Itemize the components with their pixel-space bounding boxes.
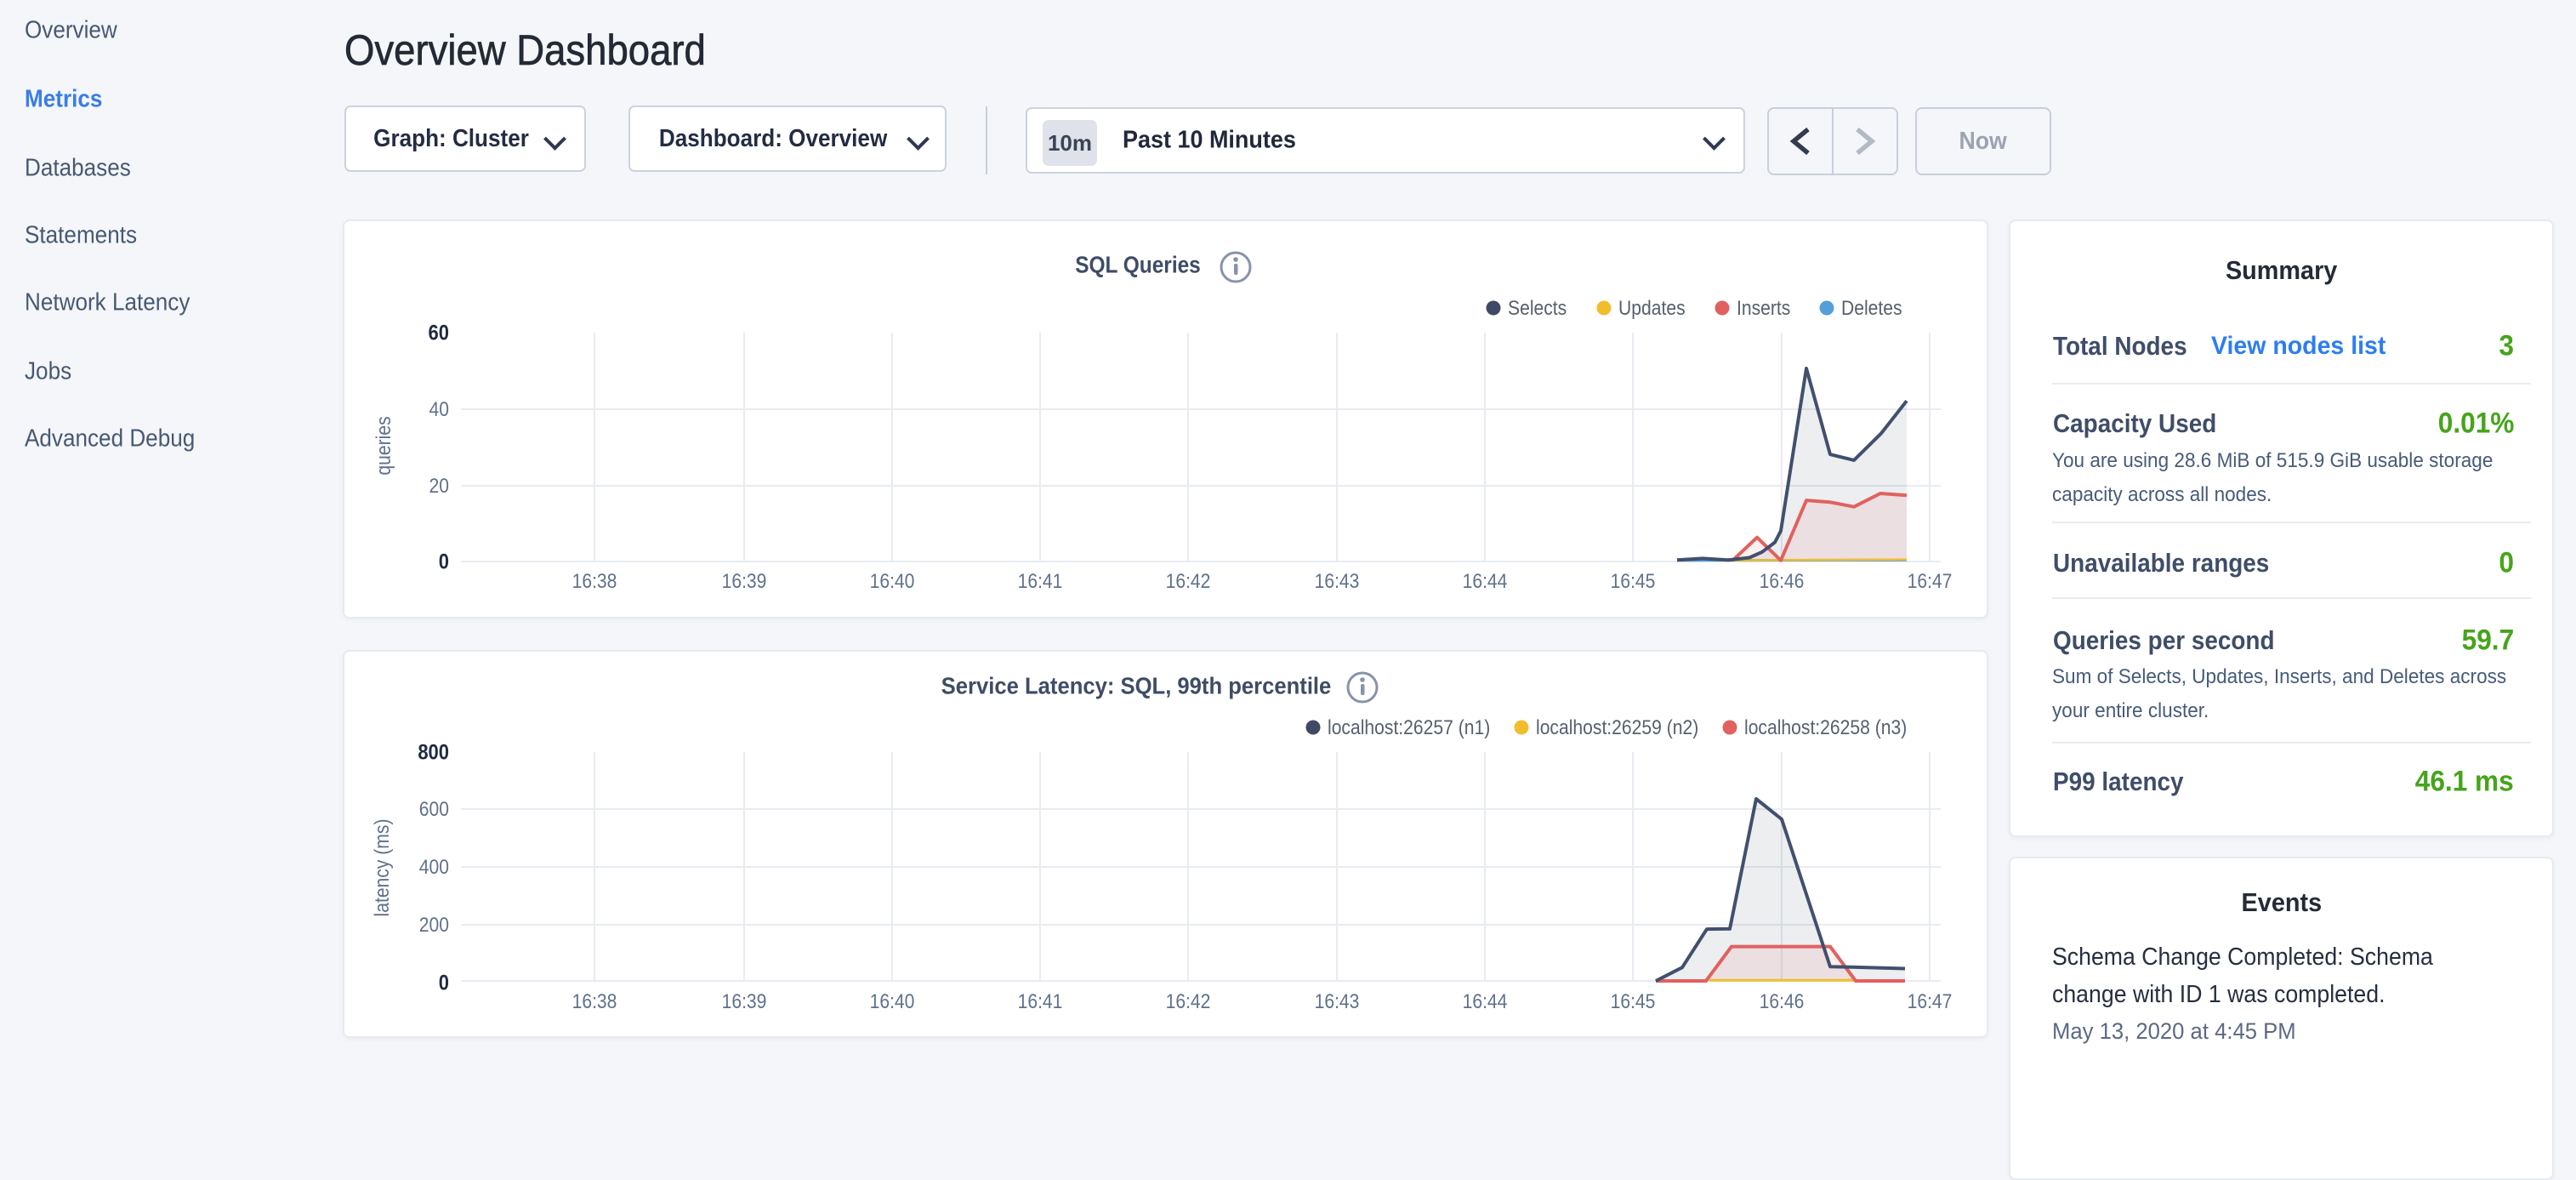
svg-text:16:43: 16:43: [1315, 570, 1360, 593]
svg-text:16:43: 16:43: [1315, 990, 1360, 1013]
svg-text:16:47: 16:47: [1908, 570, 1953, 593]
svg-text:16:46: 16:46: [1760, 990, 1805, 1013]
svg-text:16:44: 16:44: [1463, 990, 1508, 1013]
svg-text:400: 400: [419, 856, 449, 879]
svg-text:40: 40: [429, 398, 449, 421]
svg-text:0: 0: [439, 971, 449, 995]
svg-text:queries: queries: [372, 416, 395, 475]
svg-text:Selects: Selects: [1508, 297, 1567, 320]
svg-text:16:40: 16:40: [870, 990, 915, 1013]
svg-text:16:38: 16:38: [572, 570, 617, 593]
svg-text:localhost:26257 (n1): localhost:26257 (n1): [1328, 716, 1490, 739]
svg-text:600: 600: [419, 798, 449, 821]
svg-text:16:39: 16:39: [722, 990, 767, 1013]
svg-text:16:44: 16:44: [1463, 570, 1508, 593]
svg-text:SQL Queries: SQL Queries: [1075, 251, 1201, 278]
svg-text:Updates: Updates: [1618, 297, 1686, 320]
svg-text:16:45: 16:45: [1611, 570, 1656, 593]
svg-text:16:41: 16:41: [1018, 570, 1063, 593]
svg-text:16:38: 16:38: [572, 990, 617, 1013]
svg-text:localhost:26259 (n2): localhost:26259 (n2): [1536, 716, 1698, 739]
svg-text:Inserts: Inserts: [1737, 297, 1790, 320]
svg-text:Deletes: Deletes: [1841, 297, 1902, 320]
svg-text:16:46: 16:46: [1760, 570, 1805, 593]
svg-text:60: 60: [429, 321, 449, 345]
svg-text:20: 20: [429, 475, 449, 498]
svg-text:200: 200: [419, 914, 449, 937]
svg-text:16:40: 16:40: [870, 570, 915, 593]
svg-text:Service Latency: SQL, 99th per: Service Latency: SQL, 99th percentile: [941, 672, 1332, 698]
svg-text:800: 800: [418, 740, 449, 764]
svg-text:16:41: 16:41: [1018, 990, 1063, 1013]
svg-text:localhost:26258 (n3): localhost:26258 (n3): [1744, 716, 1907, 739]
svg-text:0: 0: [439, 550, 449, 573]
svg-text:16:42: 16:42: [1166, 990, 1211, 1013]
svg-text:16:47: 16:47: [1908, 990, 1953, 1013]
svg-text:16:45: 16:45: [1611, 990, 1656, 1013]
svg-text:latency (ms): latency (ms): [371, 819, 394, 917]
svg-text:16:39: 16:39: [722, 570, 767, 593]
svg-text:16:42: 16:42: [1166, 570, 1211, 593]
